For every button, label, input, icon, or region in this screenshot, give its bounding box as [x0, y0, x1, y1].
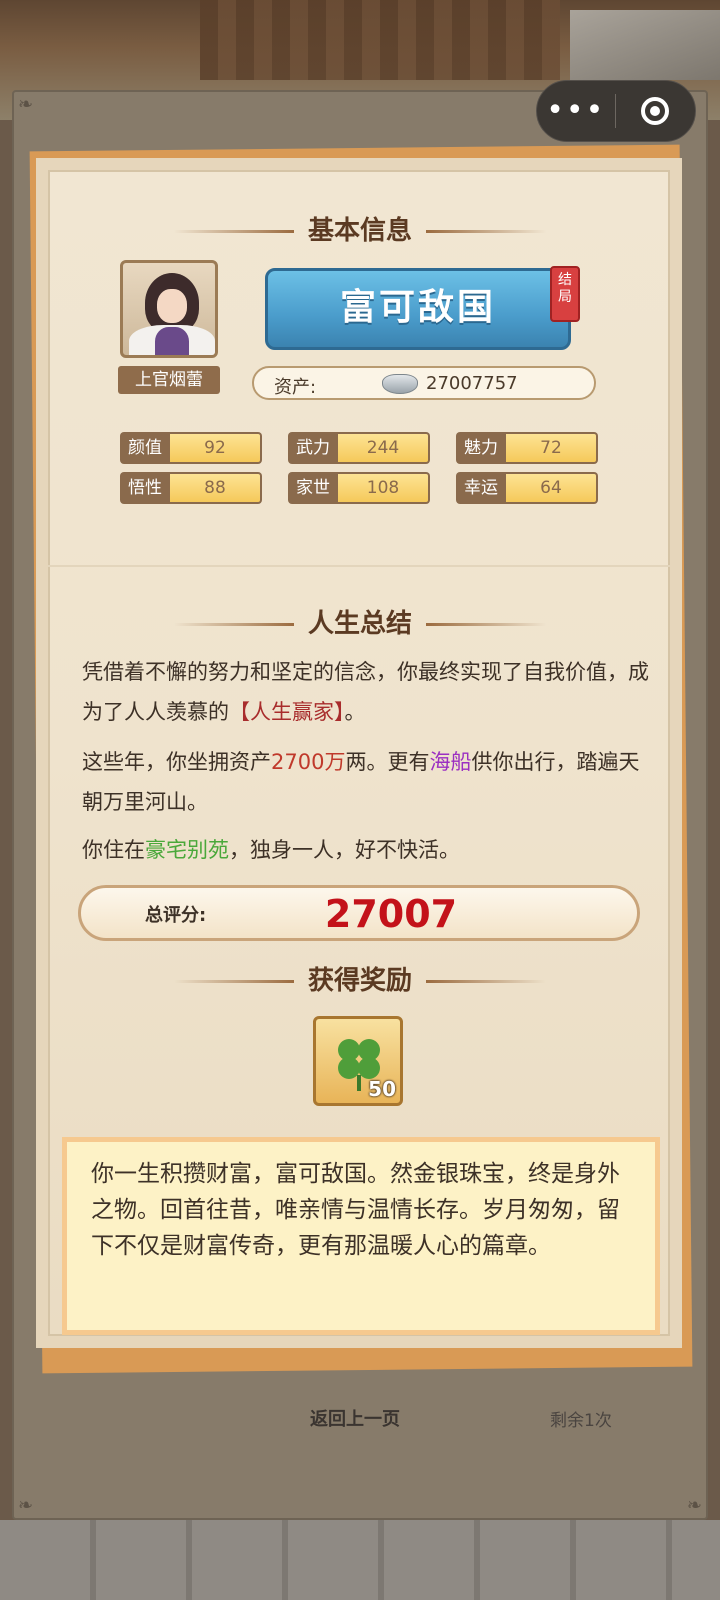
- assets-value: 27007757: [426, 373, 518, 394]
- stat-looks: 颜值 92: [120, 432, 262, 464]
- summary-paragraph-1: 凭借着不懈的努力和坚定的信念，你最终实现了自我价值，成为了人人羡慕的【人生赢家】…: [82, 652, 652, 732]
- assets-bar: 资产: 27007757: [252, 366, 596, 400]
- reward-count: 50: [368, 1077, 396, 1101]
- summary-paragraph-3: 你住在豪宅别苑，独身一人，好不快活。: [82, 830, 652, 870]
- more-dots-icon[interactable]: •••: [537, 96, 615, 126]
- summary-house: 豪宅别苑: [145, 838, 229, 862]
- stat-label: 颜值: [120, 432, 170, 464]
- stat-wisdom: 悟性 88: [120, 472, 262, 504]
- silver-ingot-icon: [382, 374, 418, 394]
- mini-program-capsule: •••: [536, 80, 696, 142]
- corner-ornament-icon: ❧: [18, 1495, 34, 1516]
- stat-label: 幸运: [456, 472, 506, 504]
- section-divider: [48, 565, 670, 567]
- total-score-box: 总评分: 27007: [78, 885, 640, 941]
- epilogue-box: 你一生积攒财富，富可敌国。然金银珠宝，终是身外之物。回首往昔，唯亲情与温情长存。…: [62, 1137, 660, 1335]
- stat-value: 108: [338, 472, 430, 504]
- stat-value: 92: [170, 432, 262, 464]
- summary-highlight: 【人生赢家】: [229, 700, 345, 724]
- background-roof: [570, 10, 720, 80]
- ending-badge: 结局: [550, 266, 580, 322]
- summary-amount: 2700万: [271, 750, 346, 774]
- rewards-heading: 获得奖励: [0, 960, 720, 997]
- back-button[interactable]: 返回上一页: [310, 1405, 400, 1431]
- stat-value: 64: [506, 472, 598, 504]
- summary-text: 。: [344, 700, 366, 724]
- summary-text: 两。更有: [345, 750, 430, 774]
- total-score-label: 总评分:: [145, 905, 207, 926]
- stat-label: 魅力: [456, 432, 506, 464]
- stat-label: 悟性: [120, 472, 170, 504]
- total-score-value: 27007: [324, 892, 458, 936]
- summary-text: 你住在: [82, 838, 145, 862]
- summary-text: 这些年，你坐拥资产: [82, 750, 271, 774]
- stat-family: 家世 108: [288, 472, 430, 504]
- stat-value: 88: [170, 472, 262, 504]
- stat-value: 244: [338, 432, 430, 464]
- corner-ornament-icon: ❧: [18, 94, 34, 115]
- remaining-count: 剩余1次: [550, 1411, 612, 1431]
- stat-charm: 魅力 72: [456, 432, 598, 464]
- stat-value: 72: [506, 432, 598, 464]
- basic-info-heading: 基本信息: [0, 210, 720, 247]
- life-summary-heading: 人生总结: [0, 603, 720, 640]
- summary-text: ，独身一人，好不快活。: [229, 838, 460, 862]
- stat-label: 武力: [288, 432, 338, 464]
- background-floor: [0, 1520, 720, 1600]
- reward-item[interactable]: 50: [313, 1016, 403, 1106]
- assets-label: 资产:: [274, 377, 317, 398]
- corner-ornament-icon: ❧: [686, 1495, 702, 1516]
- ending-badge-label: 结局: [558, 272, 572, 305]
- summary-paragraph-2: 这些年，你坐拥资产2700万两。更有海船供你出行，踏遍天朝万里河山。: [82, 742, 652, 822]
- stat-label: 家世: [288, 472, 338, 504]
- background-building: [200, 0, 560, 80]
- character-avatar: [120, 260, 218, 358]
- character-name: 上官烟蕾: [118, 366, 220, 394]
- summary-text: 凭借着不懈的努力和坚定的信念，你最终实现了自我价值，成为了人人羡慕的: [82, 660, 649, 724]
- ending-title-banner: 富可敌国: [265, 268, 571, 350]
- target-icon[interactable]: [616, 97, 696, 125]
- stat-martial: 武力 244: [288, 432, 430, 464]
- summary-vehicle: 海船: [429, 750, 472, 774]
- stat-luck: 幸运 64: [456, 472, 598, 504]
